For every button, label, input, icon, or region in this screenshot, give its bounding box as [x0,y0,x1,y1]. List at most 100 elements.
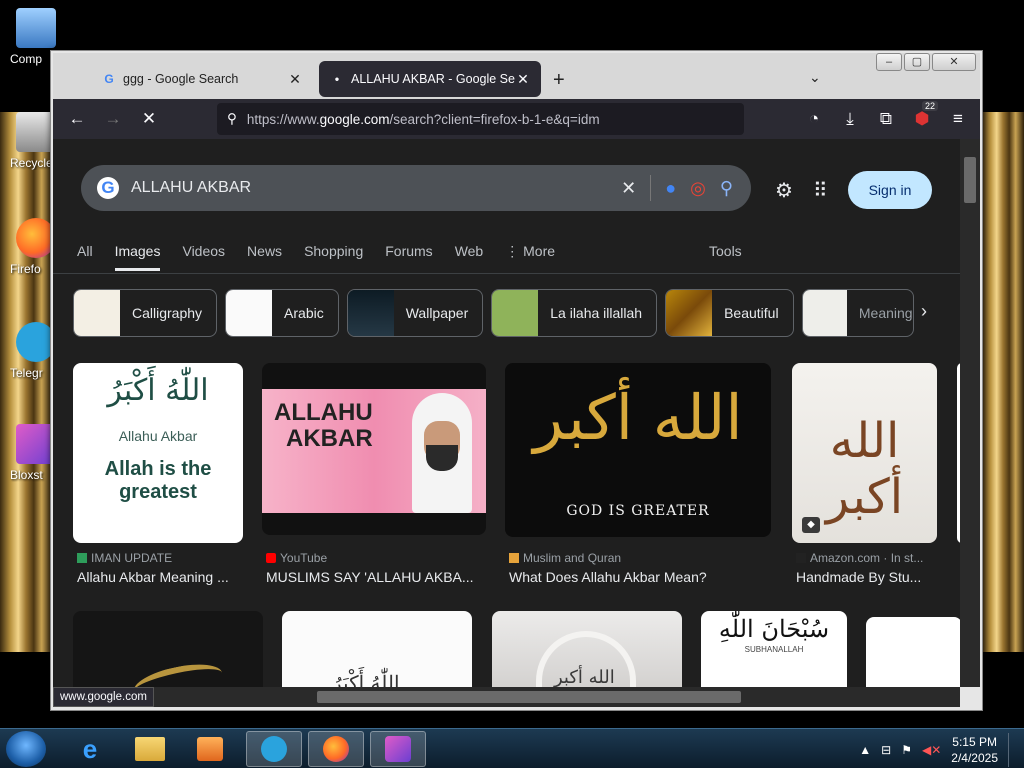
desktop-icon-firefox[interactable]: Firefo [0,218,56,276]
search-box[interactable]: G ALLAHU AKBAR ✕ ● ◎ ⚲ [81,165,751,211]
extensions-icon[interactable]: ⧉ [872,105,900,133]
scrollbar-thumb[interactable] [317,691,741,703]
source-favicon-icon [509,553,519,563]
pocket-icon[interactable]: ◔ [800,105,828,133]
forward-button[interactable]: → [95,105,131,133]
tab-news[interactable]: News [247,243,282,271]
result-image[interactable]: الله أكبر GOD IS GREATER [505,363,771,537]
youtube-icon [266,553,276,563]
image-text: AKBAR [286,425,373,452]
chevron-right-icon[interactable]: › [921,301,927,322]
show-hidden-icons-icon[interactable]: ▲ [859,743,871,757]
desktop-icon-computer[interactable]: Comp [0,8,56,66]
tab-videos[interactable]: Videos [182,243,225,271]
result-caption[interactable]: Allahu Akbar Meaning ... [77,569,243,585]
downloads-icon[interactable]: ⤓ [836,105,864,133]
chip-label: Meaning [858,305,913,321]
result-image[interactable]: الله أكبر ◆ [792,363,937,543]
close-tab-icon[interactable]: ✕ [287,71,303,88]
result-image[interactable]: ALLAHU AKBAR [262,363,486,535]
image-text: ALLAHU [274,399,373,426]
stop-loading-button[interactable]: ✕ [131,105,167,133]
settings-gear-icon[interactable]: ⚙ [775,178,793,203]
tab-divider [53,273,960,274]
file-explorer-icon[interactable] [122,731,178,767]
chip-arabic[interactable]: Arabic [225,289,339,337]
clock[interactable]: 5:15 PM 2/4/2025 [951,734,998,766]
chip-la-ilaha-illallah[interactable]: La ilaha illallah [491,289,658,337]
horizontal-scrollbar[interactable] [53,687,960,707]
tab-all[interactable]: All [77,243,93,271]
search-tabs: All Images Videos News Shopping Forums W… [77,243,555,271]
action-center-flag-icon[interactable]: ⚑ [901,743,912,757]
firefox-taskbar-icon[interactable] [308,731,364,767]
search-input[interactable]: ALLAHU AKBAR [131,179,621,197]
lens-icon[interactable]: ◎ [690,178,706,199]
apps-grid-icon[interactable]: ⠿ [813,178,828,203]
tab-images[interactable]: Images [114,243,161,271]
result-image[interactable]: الله أكبر [492,611,682,687]
internet-explorer-icon[interactable]: e [62,731,118,767]
clear-icon[interactable]: ✕ [621,178,636,199]
tab-more[interactable]: ⋮ More [505,243,555,271]
scrollbar-thumb[interactable] [964,157,976,203]
tab-web[interactable]: Web [455,243,484,271]
result-caption[interactable]: What Does Allahu Akbar Mean? [509,569,771,585]
chip-thumbnail [226,290,273,336]
microphone-icon[interactable]: ● [665,178,676,199]
desktop-icon-label: Telegr [10,366,43,380]
tab-allahu-akbar[interactable]: • ALLAHU AKBAR - Google Search ✕ [319,61,541,97]
result-image[interactable] [866,617,960,687]
tab-shopping[interactable]: Shopping [304,243,363,271]
result-caption[interactable]: MUSLIMS SAY 'ALLAHU AKBA... [266,569,486,585]
clock-time: 5:15 PM [952,735,997,749]
telegram-taskbar-icon[interactable] [246,731,302,767]
maximize-button[interactable]: ▢ [904,53,930,71]
result-caption[interactable]: Handmade By Stu... [796,569,956,585]
tools-button[interactable]: Tools [709,243,742,259]
chip-beautiful[interactable]: Beautiful [665,289,794,337]
ublock-extension-icon[interactable]: ⬢ 22 [908,101,938,133]
google-favicon-icon: G [104,72,114,86]
desktop-icon-telegram[interactable]: Telegr [0,322,56,380]
desktop-icon-bloxstrap[interactable]: Bloxst [0,424,56,482]
search-icon[interactable]: ⚲ [720,178,733,199]
sign-in-button[interactable]: Sign in [847,171,933,209]
show-desktop-button[interactable] [1008,733,1018,767]
status-url-tooltip: www.google.com [53,687,154,707]
image-text: GOD IS GREATER [566,503,710,519]
tab-title: ggg - Google Search [123,72,239,86]
bloxstrap-taskbar-icon[interactable] [370,731,426,767]
start-button[interactable] [6,731,46,767]
vertical-scrollbar[interactable] [960,139,980,687]
browser-window: G ggg - Google Search ✕ • ALLAHU AKBAR -… [50,50,983,711]
result-image[interactable]: سُبْحَانَ اللّٰهِ SUBHANALLAH [701,611,847,687]
chip-thumbnail [347,290,394,336]
chip-calligraphy[interactable]: Calligraphy [73,289,218,337]
volume-muted-icon[interactable]: ◀✕ [922,743,941,757]
media-player-icon[interactable] [182,731,238,767]
chip-wallpaper[interactable]: Wallpaper [346,289,484,337]
result-image[interactable] [73,611,263,687]
network-icon[interactable]: ⊟ [881,743,891,757]
source-favicon-icon [77,553,87,563]
desktop-icon-label: Recycle [10,156,52,170]
new-tab-button[interactable]: + [553,69,565,92]
page-content: G ALLAHU AKBAR ✕ ● ◎ ⚲ ⚙ ⠿ Sign in All I… [53,139,960,687]
image-text: greatest [119,481,197,503]
back-button[interactable]: ← [59,105,95,133]
result-image[interactable]: اللّٰهُ أَكْبَرُ [282,611,472,687]
chip-meaning[interactable]: Meaning [801,289,914,337]
result-source: Muslim and Quran [509,551,771,565]
result-image[interactable]: اللّٰهُ أَكْبَرُ Allahu Akbar Allah is t… [73,363,243,543]
desktop-icon-recycle-bin[interactable]: Recycle [0,112,56,170]
tab-ggg[interactable]: G ggg - Google Search ✕ [91,61,313,97]
close-window-button[interactable]: ✕ [932,53,976,71]
tab-forums[interactable]: Forums [385,243,432,271]
minimize-button[interactable]: – [876,53,902,71]
chip-label: Wallpaper [405,305,469,321]
list-all-tabs-button[interactable]: ⌄ [809,69,821,86]
menu-icon[interactable]: ≡ [944,105,972,133]
url-bar[interactable]: ⚲ https://www. google.com/search?client=f… [217,103,744,135]
close-tab-icon[interactable]: ✕ [515,71,531,88]
